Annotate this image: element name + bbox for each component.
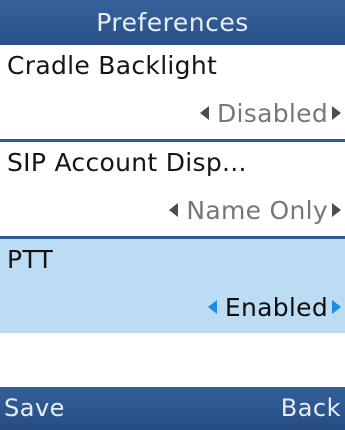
setting-item-cradle-backlight[interactable]: Cradle Backlight Disabled [0, 45, 345, 139]
setting-label: SIP Account Disp... [7, 148, 247, 177]
setting-value: Name Only [186, 195, 328, 225]
value-selector[interactable]: Name Only [169, 194, 341, 226]
setting-label: Cradle Backlight [7, 51, 218, 80]
arrow-left-icon[interactable] [199, 106, 209, 120]
arrow-left-icon[interactable] [207, 300, 217, 314]
value-selector[interactable]: Enabled [207, 291, 341, 323]
setting-label: PTT [7, 245, 54, 274]
value-selector[interactable]: Disabled [199, 97, 341, 129]
back-softkey[interactable]: Back [281, 387, 341, 430]
screen-title: Preferences [0, 0, 345, 45]
setting-item-ptt[interactable]: PTT Enabled [0, 239, 345, 333]
setting-item-sip-account-display[interactable]: SIP Account Disp... Name Only [0, 142, 345, 236]
save-softkey[interactable]: Save [4, 387, 65, 430]
softkey-bar: Save Back [0, 387, 345, 430]
arrow-right-icon[interactable] [332, 300, 341, 314]
arrow-right-icon[interactable] [332, 203, 341, 217]
setting-value: Disabled [216, 98, 328, 128]
arrow-right-icon[interactable] [332, 106, 341, 120]
setting-value: Enabled [224, 292, 328, 322]
arrow-left-icon[interactable] [169, 203, 179, 217]
phone-screen: Preferences Cradle Backlight Disabled SI… [0, 0, 345, 430]
